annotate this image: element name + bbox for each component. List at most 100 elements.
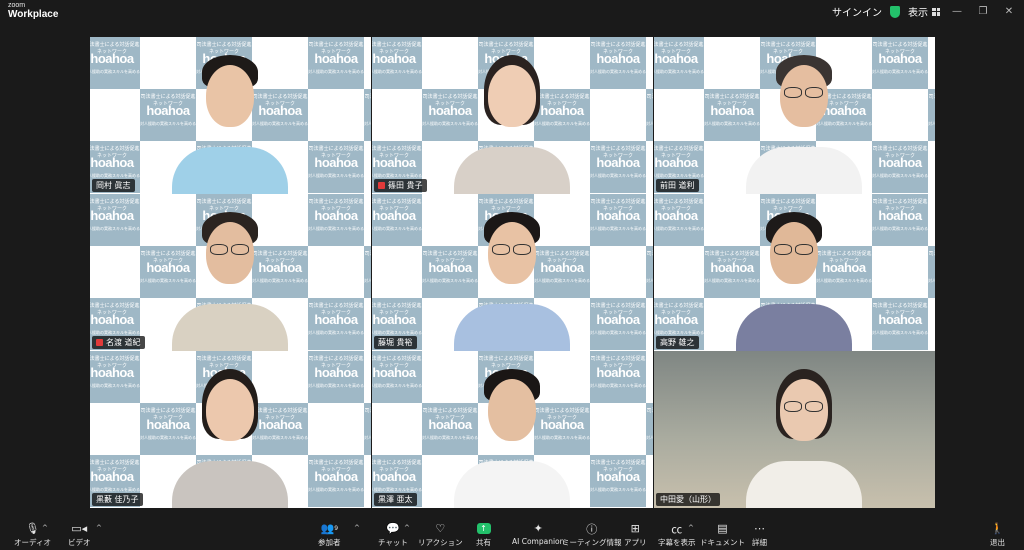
backdrop-logo: 司法書士による対話促進ネットワークhoahoa対人援助の実務スキルを高める: [252, 403, 308, 455]
video-options-caret[interactable]: ^: [96, 524, 102, 532]
backdrop-logo: 司法書士による対話促進ネットワークhoahoa対人援助の実務スキルを高める: [872, 194, 928, 246]
audio-options-caret[interactable]: ^: [42, 524, 48, 532]
minimize-icon[interactable]: —: [948, 6, 966, 17]
participant-name: 名渡 道紀: [106, 338, 141, 347]
close-icon[interactable]: ✕: [1000, 6, 1018, 17]
participant-name: 黒澤 亜太: [378, 495, 413, 504]
participant-torso: [454, 147, 570, 194]
backdrop-logo: 司法書士による対話促進ネットワークhoahoa対人援助の実務スキルを高める: [872, 37, 928, 89]
participant-face: [488, 379, 536, 441]
video-tile[interactable]: 司法書士による対話促進ネットワークhoahoa対人援助の実務スキルを高める司法書…: [654, 194, 935, 351]
chat-options-caret[interactable]: ^: [404, 524, 410, 532]
participant-torso: [454, 304, 570, 351]
captions-options-caret[interactable]: ^: [688, 524, 694, 532]
docs-button[interactable]: ▤ ドキュメント: [700, 522, 745, 548]
backdrop-logo: 司法書士による対話促進ネットワークhoahoa対人援助の実務スキルを高める: [372, 351, 422, 403]
more-icon: ⋯: [754, 522, 765, 535]
backdrop-logo: 司法書士による対話促進ネットワークhoahoa対人援助の実務スキルを高める: [590, 194, 646, 246]
video-tile[interactable]: 司法書士による対話促進ネットワークhoahoa対人援助の実務スキルを高める司法書…: [90, 194, 371, 351]
glasses: [795, 244, 813, 255]
chat-label: チャット: [378, 538, 408, 547]
reactions-button[interactable]: ♡ リアクション: [418, 522, 463, 548]
participant-name-tag: 藤堀 貴裕: [374, 336, 417, 349]
backdrop-logo: 司法書士による対話促進ネットワークhoahoa対人援助の実務スキルを高める: [372, 194, 422, 246]
participant-name-tag: 岡村 眞志: [92, 179, 135, 192]
backdrop-logo: 司法書士による対話促進ネットワークhoahoa対人援助の実務スキルを高める: [704, 246, 760, 298]
video-tile[interactable]: 司法書士による対話促進ネットワークhoahoa対人援助の実務スキルを高める司法書…: [654, 37, 935, 194]
participant-name-tag: 中田愛（山形）: [656, 493, 720, 506]
brand-bottom: Workplace: [8, 9, 59, 20]
participant-face: [206, 65, 254, 127]
app-logo: zoom Workplace: [8, 2, 58, 20]
video-button[interactable]: ▭◂ ビデオ: [68, 522, 91, 548]
backdrop-logo: 司法書士による対話促進ネットワークhoahoa対人援助の実務スキルを高める: [646, 246, 653, 298]
sparkle-icon: ✦: [533, 522, 543, 535]
participant-name: 篠田 貴子: [388, 181, 423, 190]
video-label: ビデオ: [68, 538, 91, 547]
participant-torso: [172, 147, 288, 194]
participant-name-tag: 高野 雄之: [656, 336, 699, 349]
backdrop-logo: 司法書士による対話促進ネットワークhoahoa対人援助の実務スキルを高める: [928, 246, 935, 298]
backdrop-logo: 司法書士による対話促進ネットワークhoahoa対人援助の実務スキルを高める: [928, 89, 935, 141]
chat-icon: 💬: [386, 522, 400, 535]
backdrop-logo: 司法書士による対話促進ネットワークhoahoa対人援助の実務スキルを高める: [422, 246, 478, 298]
apps-button[interactable]: ⊞ アプリ: [624, 522, 647, 548]
view-button[interactable]: 表示: [908, 4, 940, 19]
backdrop-logo: 司法書士による対話促進ネットワークhoahoa対人援助の実務スキルを高める: [590, 37, 646, 89]
document-icon: ▤: [717, 522, 728, 535]
mic-muted-icon: [96, 339, 103, 346]
backdrop-logo: 司法書士による対話促進ネットワークhoahoa対人援助の実務スキルを高める: [534, 403, 590, 455]
backdrop-logo: 司法書士による対話促進ネットワークhoahoa対人援助の実務スキルを高める: [308, 298, 364, 350]
leave-button[interactable]: 🚶 退出: [990, 522, 1005, 548]
glasses: [805, 87, 823, 98]
backdrop-logo: 司法書士による対話促進ネットワークhoahoa対人援助の実務スキルを高める: [816, 246, 872, 298]
backdrop-logo: 司法書士による対話促進ネットワークhoahoa対人援助の実務スキルを高める: [308, 351, 364, 403]
heart-icon: ♡: [435, 522, 446, 535]
video-grid: 司法書士による対話促進ネットワークhoahoa対人援助の実務スキルを高める司法書…: [90, 37, 935, 509]
ai-companion-button[interactable]: ✦ AI Companion: [512, 522, 564, 546]
backdrop-logo: 司法書士による対話促進ネットワークhoahoa対人援助の実務スキルを高める: [422, 89, 478, 141]
participants-options-caret[interactable]: ^: [354, 524, 360, 532]
backdrop-logo: 司法書士による対話促進ネットワークhoahoa対人援助の実務スキルを高める: [140, 89, 196, 141]
info-icon: ⓘ: [586, 522, 598, 536]
participant-torso: [746, 461, 862, 508]
participant-name: 岡村 眞志: [96, 181, 131, 190]
signin-link[interactable]: サインイン: [832, 4, 882, 19]
backdrop-logo: 司法書士による対話促進ネットワークhoahoa対人援助の実務スキルを高める: [646, 403, 653, 455]
maximize-icon[interactable]: ❐: [974, 6, 992, 17]
backdrop-logo: 司法書士による対話促進ネットワークhoahoa対人援助の実務スキルを高める: [308, 37, 364, 89]
shield-icon[interactable]: [890, 5, 900, 18]
meeting-info-button[interactable]: ⓘ ミーティング情報: [562, 522, 622, 548]
video-tile[interactable]: 司法書士による対話促進ネットワークhoahoa対人援助の実務スキルを高める司法書…: [372, 194, 653, 351]
backdrop-logo: 司法書士による対話促進ネットワークhoahoa対人援助の実務スキルを高める: [590, 141, 646, 193]
brand-top: zoom: [8, 2, 26, 9]
participant-name-tag: 篠田 貴子: [374, 179, 427, 192]
backdrop-logo: 司法書士による対話促進ネットワークhoahoa対人援助の実務スキルを高める: [534, 89, 590, 141]
glasses: [784, 87, 802, 98]
backdrop-logo: 司法書士による対話促進ネットワークhoahoa対人援助の実務スキルを高める: [422, 403, 478, 455]
participants-icon: 👥 9: [320, 522, 339, 535]
participant-name-tag: 名渡 道紀: [92, 336, 145, 349]
video-tile[interactable]: 司法書士による対話促進ネットワークhoahoa対人援助の実務スキルを高める司法書…: [90, 37, 371, 194]
backdrop-logo: 司法書士による対話促進ネットワークhoahoa対人援助の実務スキルを高める: [654, 37, 704, 89]
backdrop-logo: 司法書士による対話促進ネットワークhoahoa対人援助の実務スキルを高める: [140, 246, 196, 298]
backdrop-logo: 司法書士による対話促進ネットワークhoahoa対人援助の実務スキルを高める: [252, 246, 308, 298]
backdrop-logo: 司法書士による対話促進ネットワークhoahoa対人援助の実務スキルを高める: [308, 141, 364, 193]
glasses: [774, 244, 792, 255]
glasses: [231, 244, 249, 255]
participant-name: 藤堀 貴裕: [378, 338, 413, 347]
backdrop-logo: 司法書士による対話促進ネットワークhoahoa対人援助の実務スキルを高める: [364, 403, 371, 455]
video-tile[interactable]: 中田愛（山形）: [654, 351, 935, 508]
backdrop-logo: 司法書士による対話促進ネットワークhoahoa対人援助の実務スキルを高める: [308, 455, 364, 507]
share-button[interactable]: ↑ 共有: [476, 522, 491, 548]
video-tile[interactable]: 司法書士による対話促進ネットワークhoahoa対人援助の実務スキルを高める司法書…: [372, 351, 653, 508]
video-tile[interactable]: 司法書士による対話促進ネットワークhoahoa対人援助の実務スキルを高める司法書…: [372, 37, 653, 194]
backdrop-logo: 司法書士による対話促進ネットワークhoahoa対人援助の実務スキルを高める: [654, 194, 704, 246]
reactions-label: リアクション: [418, 538, 463, 547]
more-button[interactable]: ⋯ 詳細: [752, 522, 767, 548]
meeting-toolbar: 🎙 オーディオ ^ ▭◂ ビデオ ^ 👥 9 参加者 ^ 💬 チャット ^ ♡ リ…: [0, 518, 1024, 550]
participants-button[interactable]: 👥 9 参加者: [318, 522, 341, 548]
participant-name: 前田 道利: [660, 181, 695, 190]
video-tile[interactable]: 司法書士による対話促進ネットワークhoahoa対人援助の実務スキルを高める司法書…: [90, 351, 371, 508]
participant-face: [488, 65, 536, 127]
